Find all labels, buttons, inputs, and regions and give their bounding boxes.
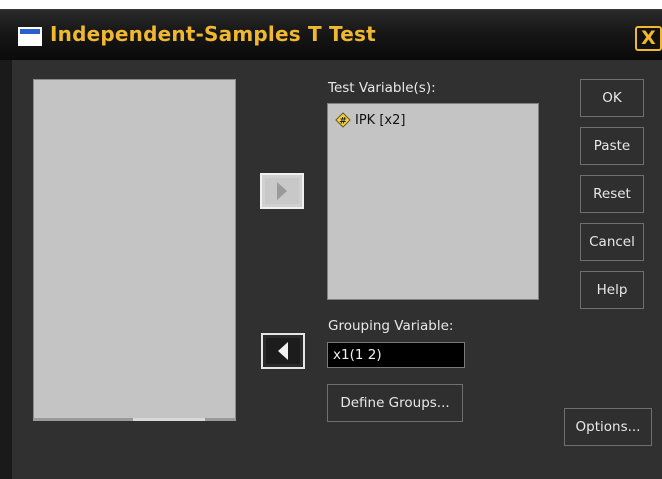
test-variable-label: IPK [x2]	[355, 112, 406, 128]
title-bar[interactable]: Independent-Samples T Test X	[0, 9, 662, 60]
close-button[interactable]: X	[635, 26, 662, 51]
grouping-variable-field[interactable]: x1(1 2)	[327, 342, 465, 368]
help-button[interactable]: Help	[580, 271, 644, 309]
dialog-window: Independent-Samples T Test X Test Variab…	[0, 0, 662, 479]
options-button[interactable]: Options...	[564, 408, 652, 446]
arrow-right-icon	[277, 182, 287, 200]
reset-button[interactable]: Reset	[580, 175, 644, 213]
scrollbar-thumb[interactable]	[133, 418, 205, 421]
cancel-button[interactable]: Cancel	[580, 223, 644, 261]
move-to-test-variables-button[interactable]	[260, 173, 304, 209]
list-item[interactable]: # IPK [x2]	[335, 112, 405, 128]
screen-top-strip	[0, 0, 662, 9]
test-variables-list[interactable]: # IPK [x2]	[327, 103, 539, 300]
grouping-variable-label: Grouping Variable:	[328, 318, 454, 334]
svg-text:#: #	[339, 117, 347, 127]
paste-button[interactable]: Paste	[580, 127, 644, 165]
arrow-left-icon	[278, 342, 288, 360]
dialog-title: Independent-Samples T Test	[50, 22, 376, 46]
ok-button[interactable]: OK	[580, 79, 644, 117]
test-variables-label: Test Variable(s):	[328, 80, 436, 96]
source-variable-list[interactable]	[33, 79, 236, 419]
define-groups-button[interactable]: Define Groups...	[327, 384, 463, 422]
source-list-scrollbar[interactable]	[33, 418, 236, 421]
scale-variable-icon: #	[335, 112, 351, 128]
window-icon	[18, 27, 42, 46]
move-to-grouping-variable-button[interactable]	[261, 333, 305, 369]
